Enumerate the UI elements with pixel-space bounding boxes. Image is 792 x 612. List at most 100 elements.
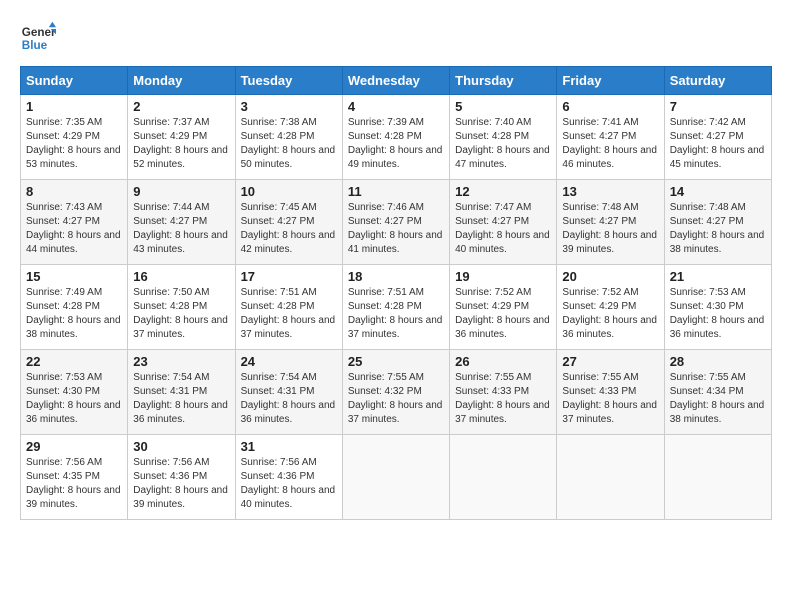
day-info: Sunrise: 7:56 AM Sunset: 4:35 PM Dayligh… [26,456,122,512]
day-info: Sunrise: 7:51 AM Sunset: 4:28 PM Dayligh… [241,286,337,342]
calendar-cell: 13 Sunrise: 7:48 AM Sunset: 4:27 PM Dayl… [557,180,664,265]
day-number: 9 [133,184,229,199]
calendar-week-2: 8 Sunrise: 7:43 AM Sunset: 4:27 PM Dayli… [21,180,772,265]
calendar-cell: 18 Sunrise: 7:51 AM Sunset: 4:28 PM Dayl… [342,265,449,350]
calendar-cell: 2 Sunrise: 7:37 AM Sunset: 4:29 PM Dayli… [128,95,235,180]
day-info: Sunrise: 7:49 AM Sunset: 4:28 PM Dayligh… [26,286,122,342]
calendar-cell: 1 Sunrise: 7:35 AM Sunset: 4:29 PM Dayli… [21,95,128,180]
logo-icon: General Blue [20,20,56,56]
day-number: 17 [241,269,337,284]
day-info: Sunrise: 7:39 AM Sunset: 4:28 PM Dayligh… [348,116,444,172]
day-number: 24 [241,354,337,369]
calendar-cell [342,435,449,520]
day-number: 8 [26,184,122,199]
day-number: 5 [455,99,551,114]
calendar-cell: 19 Sunrise: 7:52 AM Sunset: 4:29 PM Dayl… [450,265,557,350]
day-info: Sunrise: 7:40 AM Sunset: 4:28 PM Dayligh… [455,116,551,172]
calendar-cell: 20 Sunrise: 7:52 AM Sunset: 4:29 PM Dayl… [557,265,664,350]
day-number: 14 [670,184,766,199]
day-number: 18 [348,269,444,284]
day-number: 12 [455,184,551,199]
day-number: 15 [26,269,122,284]
day-info: Sunrise: 7:54 AM Sunset: 4:31 PM Dayligh… [241,371,337,427]
day-number: 21 [670,269,766,284]
day-info: Sunrise: 7:55 AM Sunset: 4:34 PM Dayligh… [670,371,766,427]
weekday-header-tuesday: Tuesday [235,67,342,95]
calendar-cell: 8 Sunrise: 7:43 AM Sunset: 4:27 PM Dayli… [21,180,128,265]
day-number: 20 [562,269,658,284]
day-info: Sunrise: 7:56 AM Sunset: 4:36 PM Dayligh… [241,456,337,512]
day-info: Sunrise: 7:43 AM Sunset: 4:27 PM Dayligh… [26,201,122,257]
calendar-cell: 23 Sunrise: 7:54 AM Sunset: 4:31 PM Dayl… [128,350,235,435]
day-info: Sunrise: 7:56 AM Sunset: 4:36 PM Dayligh… [133,456,229,512]
calendar-week-5: 29 Sunrise: 7:56 AM Sunset: 4:35 PM Dayl… [21,435,772,520]
calendar-cell [557,435,664,520]
calendar-cell: 4 Sunrise: 7:39 AM Sunset: 4:28 PM Dayli… [342,95,449,180]
day-number: 1 [26,99,122,114]
day-number: 10 [241,184,337,199]
day-number: 31 [241,439,337,454]
calendar-cell: 14 Sunrise: 7:48 AM Sunset: 4:27 PM Dayl… [664,180,771,265]
calendar-cell: 27 Sunrise: 7:55 AM Sunset: 4:33 PM Dayl… [557,350,664,435]
calendar-cell: 7 Sunrise: 7:42 AM Sunset: 4:27 PM Dayli… [664,95,771,180]
svg-text:General: General [22,26,56,39]
day-number: 23 [133,354,229,369]
calendar-cell [664,435,771,520]
calendar-cell: 9 Sunrise: 7:44 AM Sunset: 4:27 PM Dayli… [128,180,235,265]
day-number: 7 [670,99,766,114]
day-info: Sunrise: 7:37 AM Sunset: 4:29 PM Dayligh… [133,116,229,172]
day-number: 29 [26,439,122,454]
day-info: Sunrise: 7:41 AM Sunset: 4:27 PM Dayligh… [562,116,658,172]
day-info: Sunrise: 7:44 AM Sunset: 4:27 PM Dayligh… [133,201,229,257]
calendar-cell: 30 Sunrise: 7:56 AM Sunset: 4:36 PM Dayl… [128,435,235,520]
day-info: Sunrise: 7:53 AM Sunset: 4:30 PM Dayligh… [670,286,766,342]
day-info: Sunrise: 7:48 AM Sunset: 4:27 PM Dayligh… [670,201,766,257]
day-info: Sunrise: 7:54 AM Sunset: 4:31 PM Dayligh… [133,371,229,427]
day-info: Sunrise: 7:46 AM Sunset: 4:27 PM Dayligh… [348,201,444,257]
calendar-cell: 6 Sunrise: 7:41 AM Sunset: 4:27 PM Dayli… [557,95,664,180]
day-info: Sunrise: 7:55 AM Sunset: 4:33 PM Dayligh… [455,371,551,427]
weekday-header-friday: Friday [557,67,664,95]
calendar-week-4: 22 Sunrise: 7:53 AM Sunset: 4:30 PM Dayl… [21,350,772,435]
calendar-cell: 31 Sunrise: 7:56 AM Sunset: 4:36 PM Dayl… [235,435,342,520]
day-info: Sunrise: 7:38 AM Sunset: 4:28 PM Dayligh… [241,116,337,172]
day-info: Sunrise: 7:55 AM Sunset: 4:33 PM Dayligh… [562,371,658,427]
day-info: Sunrise: 7:47 AM Sunset: 4:27 PM Dayligh… [455,201,551,257]
page-header: General Blue [20,20,772,56]
day-number: 6 [562,99,658,114]
day-info: Sunrise: 7:55 AM Sunset: 4:32 PM Dayligh… [348,371,444,427]
day-number: 16 [133,269,229,284]
calendar-cell: 16 Sunrise: 7:50 AM Sunset: 4:28 PM Dayl… [128,265,235,350]
calendar-cell: 5 Sunrise: 7:40 AM Sunset: 4:28 PM Dayli… [450,95,557,180]
day-number: 22 [26,354,122,369]
day-info: Sunrise: 7:50 AM Sunset: 4:28 PM Dayligh… [133,286,229,342]
calendar-table: SundayMondayTuesdayWednesdayThursdayFrid… [20,66,772,520]
day-number: 2 [133,99,229,114]
calendar-header-row: SundayMondayTuesdayWednesdayThursdayFrid… [21,67,772,95]
calendar-cell [450,435,557,520]
calendar-cell: 22 Sunrise: 7:53 AM Sunset: 4:30 PM Dayl… [21,350,128,435]
calendar-cell: 24 Sunrise: 7:54 AM Sunset: 4:31 PM Dayl… [235,350,342,435]
day-number: 25 [348,354,444,369]
calendar-cell: 3 Sunrise: 7:38 AM Sunset: 4:28 PM Dayli… [235,95,342,180]
day-number: 11 [348,184,444,199]
day-info: Sunrise: 7:51 AM Sunset: 4:28 PM Dayligh… [348,286,444,342]
day-info: Sunrise: 7:45 AM Sunset: 4:27 PM Dayligh… [241,201,337,257]
day-number: 13 [562,184,658,199]
day-number: 27 [562,354,658,369]
weekday-header-thursday: Thursday [450,67,557,95]
calendar-cell: 17 Sunrise: 7:51 AM Sunset: 4:28 PM Dayl… [235,265,342,350]
day-info: Sunrise: 7:42 AM Sunset: 4:27 PM Dayligh… [670,116,766,172]
day-number: 30 [133,439,229,454]
svg-text:Blue: Blue [22,39,48,52]
calendar-cell: 29 Sunrise: 7:56 AM Sunset: 4:35 PM Dayl… [21,435,128,520]
calendar-cell: 15 Sunrise: 7:49 AM Sunset: 4:28 PM Dayl… [21,265,128,350]
weekday-header-sunday: Sunday [21,67,128,95]
weekday-header-wednesday: Wednesday [342,67,449,95]
calendar-cell: 10 Sunrise: 7:45 AM Sunset: 4:27 PM Dayl… [235,180,342,265]
day-info: Sunrise: 7:35 AM Sunset: 4:29 PM Dayligh… [26,116,122,172]
calendar-cell: 25 Sunrise: 7:55 AM Sunset: 4:32 PM Dayl… [342,350,449,435]
day-info: Sunrise: 7:48 AM Sunset: 4:27 PM Dayligh… [562,201,658,257]
calendar-cell: 26 Sunrise: 7:55 AM Sunset: 4:33 PM Dayl… [450,350,557,435]
day-number: 4 [348,99,444,114]
